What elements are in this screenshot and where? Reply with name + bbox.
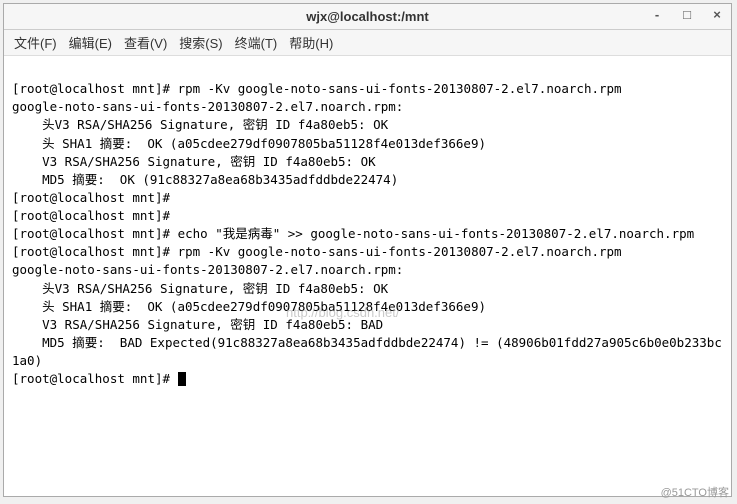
menu-search[interactable]: 搜索(S) [179, 33, 222, 52]
window-title: wjx@localhost:/mnt [306, 9, 428, 24]
minimize-button[interactable]: - [649, 7, 665, 22]
terminal-line: [root@localhost mnt]# [12, 371, 178, 386]
terminal-line: 头V3 RSA/SHA256 Signature, 密钥 ID f4a80eb5… [12, 281, 388, 296]
terminal-line: 头 SHA1 摘要: OK (a05cdee279df0907805ba5112… [12, 136, 486, 151]
terminal-line: 头V3 RSA/SHA256 Signature, 密钥 ID f4a80eb5… [12, 117, 388, 132]
cursor-icon [178, 372, 186, 386]
terminal-window: wjx@localhost:/mnt - □ × 文件(F) 编辑(E) 查看(… [3, 3, 732, 497]
footer-watermark: @51CTO博客 [661, 484, 729, 500]
terminal-line: google-noto-sans-ui-fonts-20130807-2.el7… [12, 262, 403, 277]
menubar: 文件(F) 编辑(E) 查看(V) 搜索(S) 终端(T) 帮助(H) [4, 30, 731, 56]
terminal-line: [root@localhost mnt]# echo "我是病毒" >> goo… [12, 226, 694, 241]
menu-edit[interactable]: 编辑(E) [69, 33, 112, 52]
terminal-line: google-noto-sans-ui-fonts-20130807-2.el7… [12, 99, 403, 114]
terminal-line: 头 SHA1 摘要: OK (a05cdee279df0907805ba5112… [12, 299, 486, 314]
terminal-line: [root@localhost mnt]# rpm -Kv google-not… [12, 81, 622, 96]
menu-file[interactable]: 文件(F) [14, 33, 57, 52]
maximize-button[interactable]: □ [679, 7, 695, 22]
terminal-line: [root@localhost mnt]# [12, 190, 178, 205]
close-button[interactable]: × [709, 7, 725, 22]
window-controls: - □ × [649, 7, 725, 22]
menu-view[interactable]: 查看(V) [124, 33, 167, 52]
terminal-output[interactable]: [root@localhost mnt]# rpm -Kv google-not… [4, 56, 731, 496]
terminal-line: [root@localhost mnt]# rpm -Kv google-not… [12, 244, 622, 259]
terminal-line: MD5 摘要: BAD Expected(91c88327a8ea68b3435… [12, 335, 722, 368]
terminal-line: MD5 摘要: OK (91c88327a8ea68b3435adfddbde2… [12, 172, 398, 187]
terminal-line: V3 RSA/SHA256 Signature, 密钥 ID f4a80eb5:… [12, 317, 383, 332]
menu-terminal[interactable]: 终端(T) [235, 33, 278, 52]
menu-help[interactable]: 帮助(H) [289, 33, 333, 52]
titlebar: wjx@localhost:/mnt - □ × [4, 4, 731, 30]
terminal-line: V3 RSA/SHA256 Signature, 密钥 ID f4a80eb5:… [12, 154, 376, 169]
terminal-line: [root@localhost mnt]# [12, 208, 178, 223]
